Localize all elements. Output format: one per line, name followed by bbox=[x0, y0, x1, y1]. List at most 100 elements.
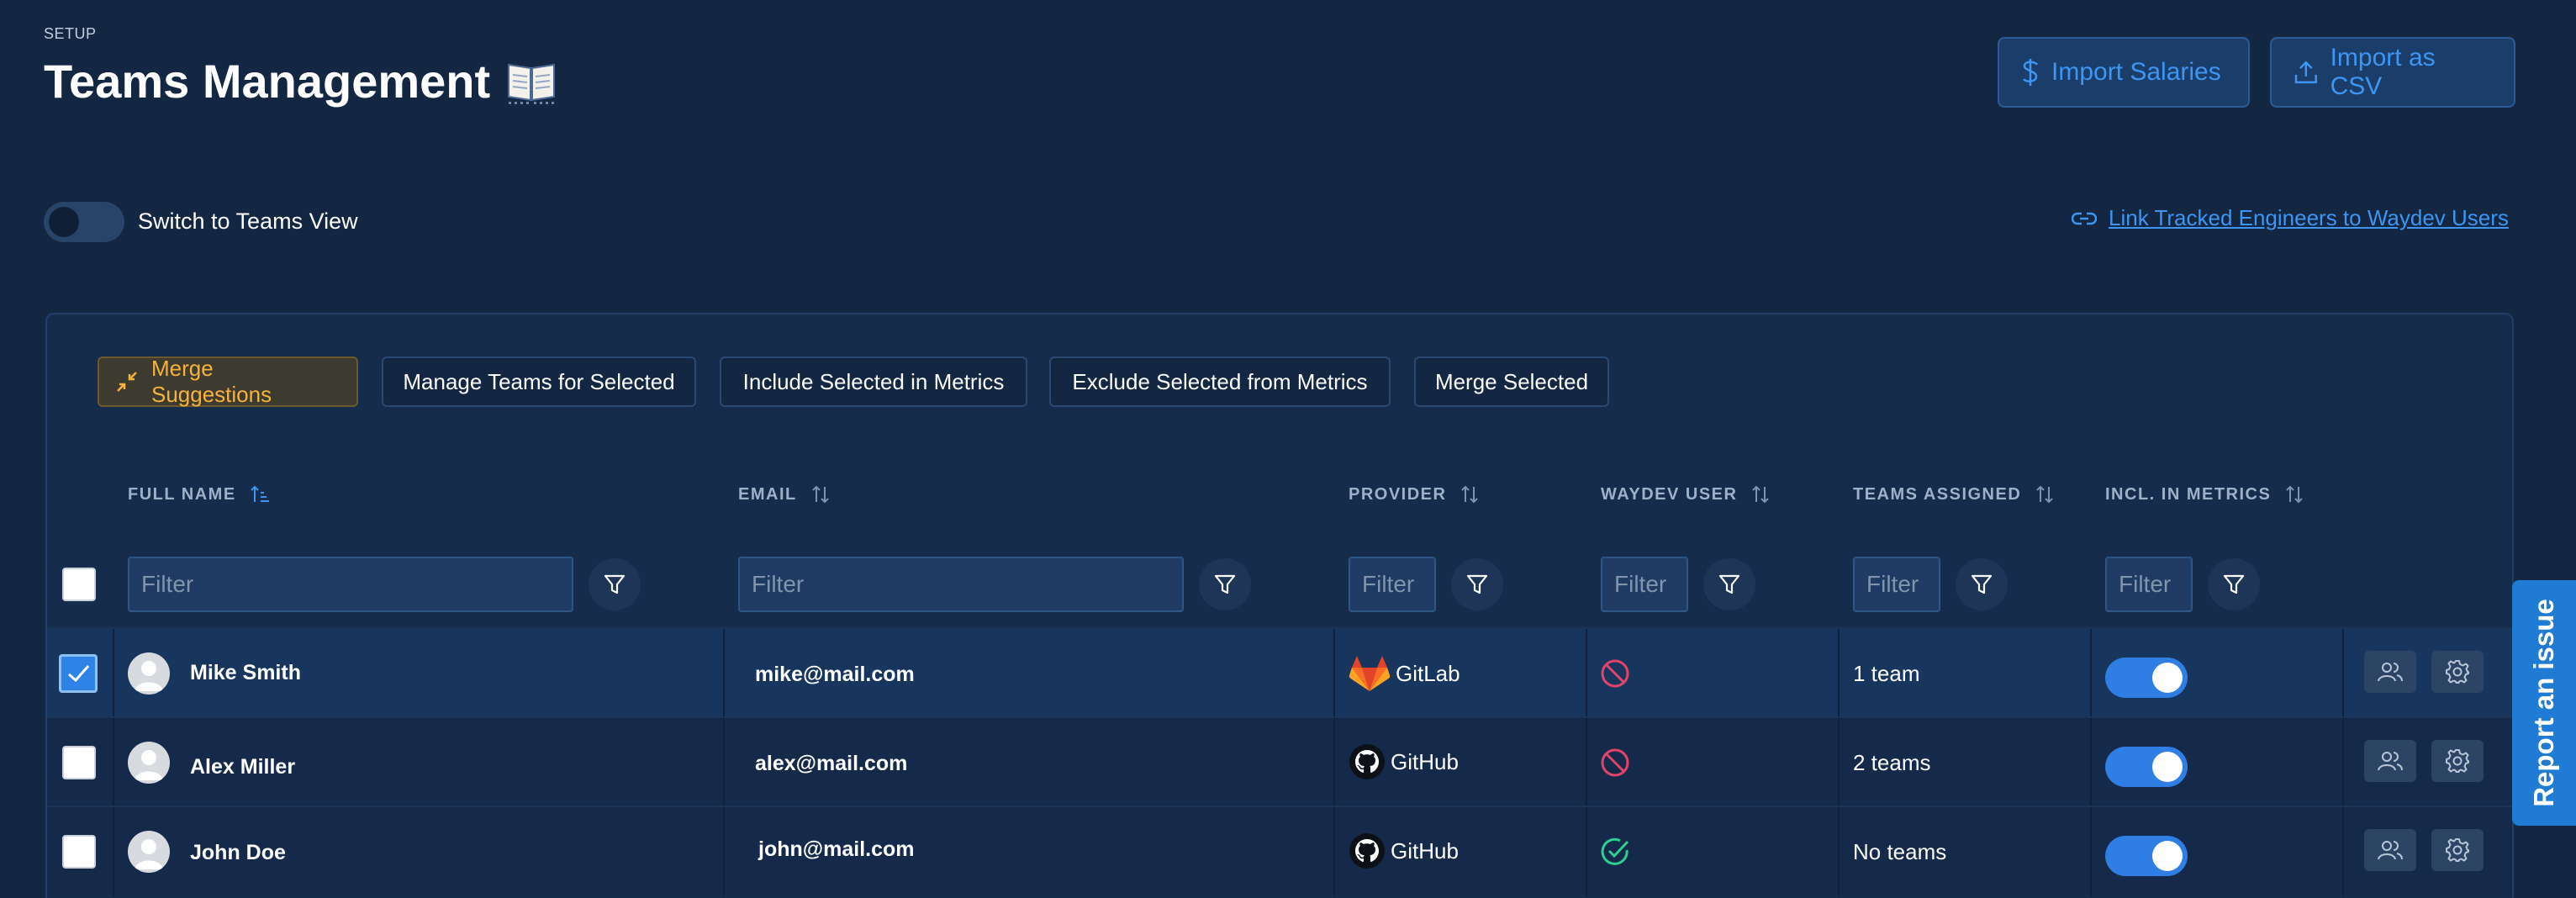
teams-assigned: 1 team bbox=[1853, 661, 1920, 686]
funnel-icon bbox=[2223, 574, 2245, 594]
merge-suggestions-button[interactable]: Merge Suggestions bbox=[98, 356, 358, 407]
include-selected-button[interactable]: Include Selected in Metrics bbox=[720, 357, 1027, 407]
gear-icon bbox=[2446, 838, 2469, 862]
manage-teams-button[interactable]: Manage Teams for Selected bbox=[382, 357, 696, 407]
teams-filter-button[interactable] bbox=[1956, 558, 2008, 610]
row-checkbox[interactable] bbox=[59, 654, 98, 693]
column-header-teams-assigned[interactable]: TEAMS ASSIGNED bbox=[1853, 484, 2055, 504]
waydev-user-filter-input[interactable] bbox=[1601, 557, 1688, 612]
provider-cell: GitHub bbox=[1349, 832, 1459, 869]
provider-filter-input[interactable] bbox=[1349, 557, 1436, 612]
teams-view-toggle[interactable] bbox=[44, 202, 124, 242]
full-name-filter-button[interactable] bbox=[589, 558, 641, 610]
cell-divider bbox=[1333, 718, 1335, 807]
cell-divider bbox=[1586, 807, 1587, 896]
table-row[interactable]: Mike Smith mike@mail.com GitLab 1 team bbox=[47, 627, 2512, 718]
cell-divider bbox=[2090, 807, 2092, 896]
member-settings-button[interactable] bbox=[2431, 829, 2484, 871]
gear-icon bbox=[2446, 749, 2469, 773]
sort-icon bbox=[1752, 485, 1770, 504]
cell-divider bbox=[2090, 629, 2092, 718]
email-filter-input[interactable] bbox=[738, 557, 1184, 612]
member-name: John Doe bbox=[190, 841, 286, 864]
cell-divider bbox=[2342, 629, 2344, 718]
not-waydev-user-icon bbox=[1601, 659, 1629, 688]
column-header-waydev-user[interactable]: WAYDEV USER bbox=[1601, 484, 1771, 504]
cell-divider bbox=[1838, 629, 1840, 718]
link-engineers-link[interactable]: Link Tracked Engineers to Waydev Users bbox=[2072, 205, 2509, 231]
import-csv-label: Import as CSV bbox=[2330, 44, 2436, 100]
import-salaries-button[interactable]: Import Salaries bbox=[1998, 37, 2250, 108]
waydev-user-filter-button[interactable] bbox=[1703, 558, 1755, 610]
page-title-text: Teams Management bbox=[44, 55, 491, 108]
column-header-full-name[interactable]: FULL NAME bbox=[128, 484, 270, 504]
include-in-metrics-toggle[interactable] bbox=[2105, 747, 2188, 787]
link-icon bbox=[2072, 212, 2097, 225]
upload-icon bbox=[2294, 61, 2317, 84]
cell-divider bbox=[1333, 807, 1335, 896]
sort-icon bbox=[2286, 485, 2304, 504]
avatar bbox=[128, 652, 170, 695]
import-csv-button[interactable]: Import as CSV bbox=[2270, 37, 2515, 108]
provider-cell: GitLab bbox=[1349, 654, 1460, 693]
funnel-icon bbox=[1718, 574, 1740, 594]
github-icon bbox=[1349, 744, 1385, 779]
row-checkbox[interactable] bbox=[62, 746, 96, 779]
merge-selected-button[interactable]: Merge Selected bbox=[1414, 357, 1609, 407]
teams-assigned: 2 teams bbox=[1853, 750, 1931, 775]
user-silhouette-icon bbox=[135, 839, 163, 869]
teams-view-toggle-label: Switch to Teams View bbox=[138, 209, 358, 234]
users-icon bbox=[2378, 752, 2403, 771]
sort-icon bbox=[2036, 485, 2053, 504]
include-in-metrics-toggle[interactable] bbox=[2105, 658, 2188, 698]
not-waydev-user-icon bbox=[1601, 748, 1629, 777]
cell-divider bbox=[2342, 807, 2344, 896]
manage-member-teams-button[interactable] bbox=[2364, 740, 2416, 782]
cell-divider bbox=[1838, 807, 1840, 896]
column-header-incl-metrics[interactable]: INCL. IN METRICS bbox=[2105, 484, 2304, 504]
member-settings-button[interactable] bbox=[2431, 651, 2484, 693]
column-header-email[interactable]: EMAIL bbox=[738, 484, 831, 504]
table-row[interactable]: Alex Miller alex@mail.com GitHub 2 teams bbox=[47, 716, 2512, 807]
funnel-icon bbox=[1971, 574, 1993, 594]
cell-divider bbox=[113, 629, 114, 718]
manage-member-teams-button[interactable] bbox=[2364, 651, 2416, 693]
cell-divider bbox=[113, 718, 114, 807]
provider-name: GitLab bbox=[1396, 660, 1460, 686]
cell-divider bbox=[723, 718, 725, 807]
member-email: mike@mail.com bbox=[755, 663, 915, 686]
teams-filter-input[interactable] bbox=[1853, 557, 1940, 612]
column-label: FULL NAME bbox=[128, 484, 236, 504]
cell-divider bbox=[723, 629, 725, 718]
github-icon bbox=[1349, 833, 1385, 869]
column-header-provider[interactable]: PROVIDER bbox=[1349, 484, 1480, 504]
manage-member-teams-button[interactable] bbox=[2364, 829, 2416, 871]
select-all-checkbox[interactable] bbox=[62, 568, 96, 601]
cell-divider bbox=[1838, 718, 1840, 807]
cell-divider bbox=[2090, 718, 2092, 807]
column-label: INCL. IN METRICS bbox=[2105, 484, 2272, 504]
checkmark-icon bbox=[68, 665, 90, 683]
provider-filter-button[interactable] bbox=[1451, 558, 1503, 610]
report-issue-label: Report an issue bbox=[2528, 599, 2560, 807]
metrics-filter-button[interactable] bbox=[2208, 558, 2260, 610]
toggle-knob bbox=[49, 207, 79, 237]
provider-cell: GitHub bbox=[1349, 743, 1459, 780]
exclude-selected-button[interactable]: Exclude Selected from Metrics bbox=[1049, 357, 1391, 407]
merge-arrows-icon bbox=[117, 372, 137, 392]
toggle-knob bbox=[2152, 752, 2183, 782]
funnel-icon bbox=[1466, 574, 1488, 594]
email-filter-button[interactable] bbox=[1199, 558, 1251, 610]
row-checkbox[interactable] bbox=[62, 835, 96, 869]
column-label: EMAIL bbox=[738, 484, 797, 504]
member-settings-button[interactable] bbox=[2431, 740, 2484, 782]
full-name-filter-input[interactable] bbox=[128, 557, 573, 612]
metrics-filter-input[interactable] bbox=[2105, 557, 2193, 612]
table-row[interactable]: John Doe john@mail.com GitHub No teams bbox=[47, 806, 2512, 896]
sort-icon bbox=[1461, 485, 1479, 504]
report-issue-tab[interactable]: Report an issue bbox=[2512, 580, 2576, 826]
include-in-metrics-toggle[interactable] bbox=[2105, 836, 2188, 876]
provider-name: GitHub bbox=[1391, 748, 1459, 774]
dollar-icon bbox=[2022, 59, 2039, 86]
users-icon bbox=[2378, 663, 2403, 682]
